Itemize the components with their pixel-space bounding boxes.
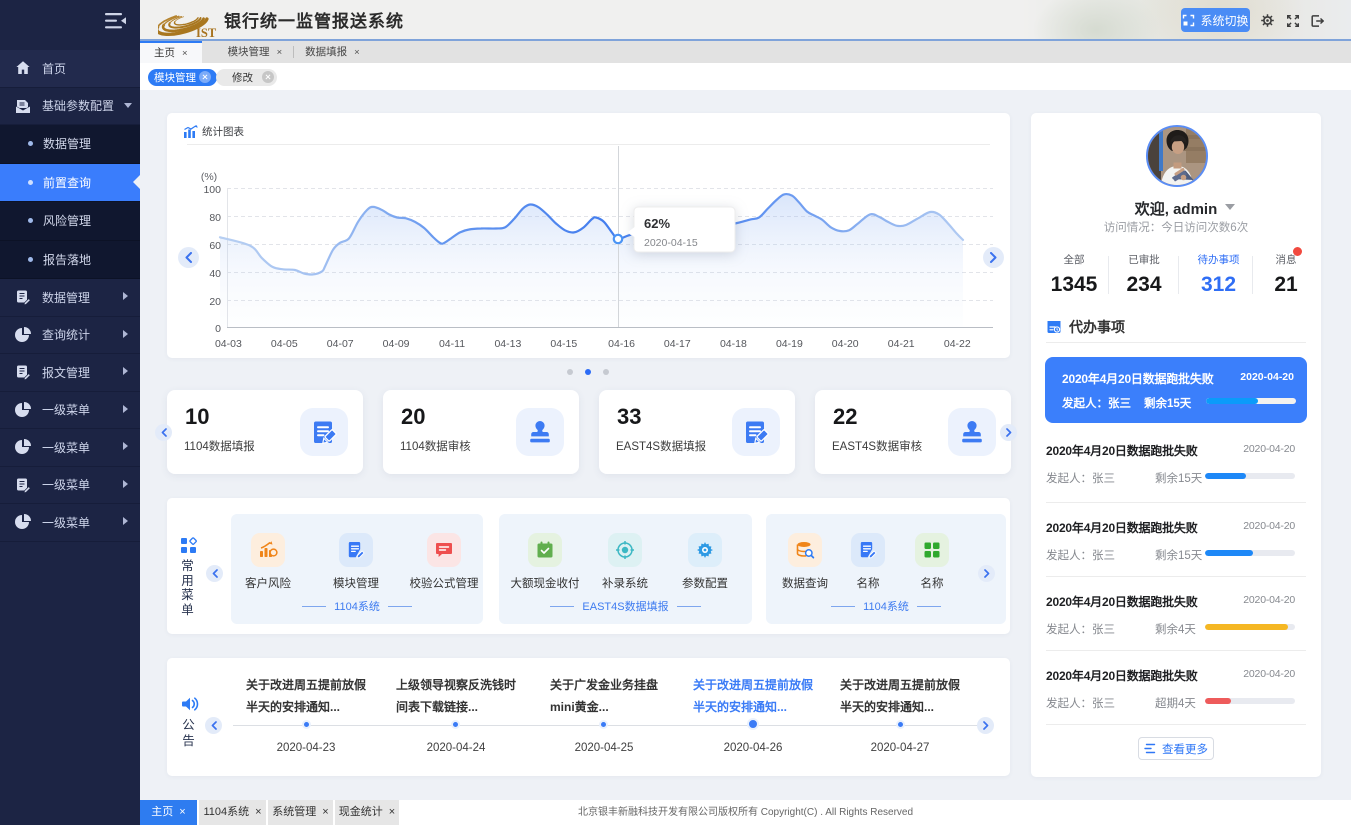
- svg-text:04-13: 04-13: [494, 338, 521, 350]
- svg-text:2020-04-15: 2020-04-15: [644, 237, 698, 249]
- svg-text:80: 80: [209, 212, 221, 224]
- svg-text:(%): (%): [201, 171, 217, 183]
- svg-text:62%: 62%: [644, 216, 670, 231]
- svg-text:04-22: 04-22: [944, 338, 971, 350]
- svg-text:04-15: 04-15: [550, 338, 577, 350]
- svg-text:04-19: 04-19: [776, 338, 803, 350]
- svg-text:04-09: 04-09: [383, 338, 410, 350]
- svg-text:0: 0: [215, 323, 221, 335]
- svg-text:04-18: 04-18: [720, 338, 747, 350]
- svg-text:40: 40: [209, 268, 221, 280]
- svg-text:04-20: 04-20: [832, 338, 859, 350]
- svg-text:04-05: 04-05: [271, 338, 298, 350]
- svg-text:100: 100: [203, 184, 221, 196]
- svg-text:04-11: 04-11: [439, 338, 465, 350]
- svg-text:04-17: 04-17: [664, 338, 691, 350]
- svg-text:60: 60: [209, 240, 221, 252]
- svg-text:04-03: 04-03: [215, 338, 242, 350]
- svg-text:04-21: 04-21: [888, 338, 915, 350]
- svg-text:20: 20: [209, 296, 221, 308]
- svg-text:04-07: 04-07: [327, 338, 354, 350]
- svg-text:IST: IST: [196, 26, 217, 40]
- svg-text:04-16: 04-16: [608, 338, 635, 350]
